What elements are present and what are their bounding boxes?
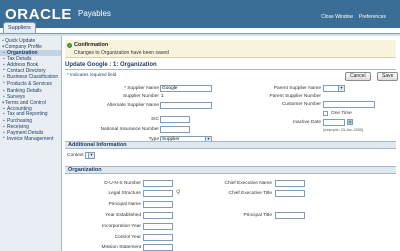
bullet-icon: ▪	[3, 67, 5, 73]
close-window-link[interactable]: Close Window	[321, 14, 353, 20]
inactive-date-label: Inactive Date	[293, 120, 321, 125]
bullet-icon: ▪	[3, 80, 5, 86]
legal-structure-input[interactable]	[143, 190, 173, 197]
confirmation-title: Confirmation	[74, 42, 109, 48]
alternate-name-label: Alternate Supplier Name	[106, 103, 159, 108]
calendar-icon[interactable]: ▦	[347, 119, 353, 125]
save-button[interactable]: Save	[377, 72, 399, 81]
app-title: Payables	[78, 9, 111, 18]
sic-label: SIC	[151, 117, 159, 122]
sidebar-item-invoice-management[interactable]: ▪ Invoice Management	[0, 135, 61, 143]
ceo-name-input[interactable]	[275, 180, 305, 187]
confirmation-message: ✓ Confirmation Changes to Organization h…	[65, 40, 396, 58]
principal-title-input[interactable]	[275, 212, 305, 219]
principal-name-input[interactable]	[143, 201, 173, 208]
sidebar-item-label: Products & Services	[7, 80, 53, 87]
one-time-checkbox[interactable]	[323, 111, 328, 116]
principal-name-label: Principal Name	[108, 202, 141, 207]
title-divider	[65, 69, 396, 70]
search-icon[interactable]: ⚲	[176, 190, 182, 196]
alternate-name-input[interactable]	[160, 102, 212, 109]
context-select[interactable]: ▼	[85, 152, 95, 159]
preferences-link[interactable]: Preferences	[359, 14, 386, 20]
control-year-label: Control Year	[114, 235, 141, 240]
duns-label: D-U-N-S Number	[104, 181, 141, 186]
organization-header: Organization	[65, 166, 396, 174]
bullet-icon: ▪	[3, 135, 5, 141]
customer-number-input[interactable]	[323, 101, 375, 108]
global-links: Close Window Preferences	[321, 14, 386, 20]
supplier-name-input[interactable]: Google	[160, 85, 212, 92]
legal-structure-label: Legal Structure	[108, 191, 141, 196]
ni-number-input[interactable]	[160, 126, 190, 133]
inactive-date-hint: (example: 23-Jun-2000)	[323, 128, 364, 132]
additional-info-header: Additional Information	[65, 141, 396, 149]
chevron-down-icon: ▼	[338, 86, 344, 91]
mission-statement-label: Mission Statement	[101, 245, 141, 250]
supplier-number-label: Supplier Number	[123, 94, 159, 99]
customer-number-label: Customer Number	[281, 102, 321, 107]
required-note: * Indicates required field	[67, 72, 117, 77]
main-content: ✓ Confirmation Changes to Organization h…	[63, 36, 400, 251]
parent-supplier-name-select[interactable]: ▼	[323, 85, 345, 92]
principal-title-label: Principal Title	[243, 213, 272, 218]
ni-number-label: National Insurance Number	[100, 127, 159, 132]
ceo-name-label: Chief Executive Name	[224, 181, 272, 186]
bullet-icon: ▪	[3, 110, 5, 117]
supplier-name-label: * Supplier Name	[124, 86, 159, 91]
sidebar-item-label: Business Classification	[7, 74, 59, 80]
incorporation-year-input[interactable]	[143, 223, 173, 230]
chevron-down-icon: ▼	[88, 153, 94, 158]
parent-supplier-name-label: Parent Supplier Name	[273, 86, 321, 91]
control-year-input[interactable]	[143, 234, 173, 241]
context-label: Context	[67, 153, 84, 158]
parent-supplier-number-label: Parent Supplier Number	[269, 94, 321, 99]
sidebar-nav: ▪ Quick Update ▾ Company Profile ▪ Organiza…	[0, 36, 62, 251]
mission-statement-input[interactable]	[143, 244, 173, 251]
incorporation-year-label: Incorporation Year	[102, 224, 141, 229]
tab-strip: Suppliers	[0, 21, 400, 33]
inactive-date-input[interactable]	[323, 119, 345, 126]
year-established-label: Year Established	[105, 213, 141, 218]
sidebar-item-label: Invoice Management	[7, 135, 54, 142]
tab-suppliers[interactable]: Suppliers	[3, 22, 36, 33]
sic-input[interactable]	[160, 116, 190, 123]
cancel-button[interactable]: Cancel	[345, 72, 371, 81]
ceo-title-label: Chief Executive Title	[228, 191, 272, 196]
year-established-input[interactable]	[143, 212, 173, 219]
sidebar-item-label: Tax and Reporting	[7, 111, 48, 117]
supplier-number-value: 1	[161, 94, 164, 99]
ceo-title-input[interactable]	[275, 190, 305, 197]
check-icon: ✓	[67, 43, 72, 48]
one-time-label: One Time	[331, 111, 352, 116]
confirmation-text: Changes to Organization have been saved	[74, 50, 169, 56]
duns-input[interactable]	[143, 180, 173, 187]
sidebar-item-label: Contact Directory	[7, 67, 46, 74]
page-title: Update Google : 1: Organization	[65, 62, 157, 68]
